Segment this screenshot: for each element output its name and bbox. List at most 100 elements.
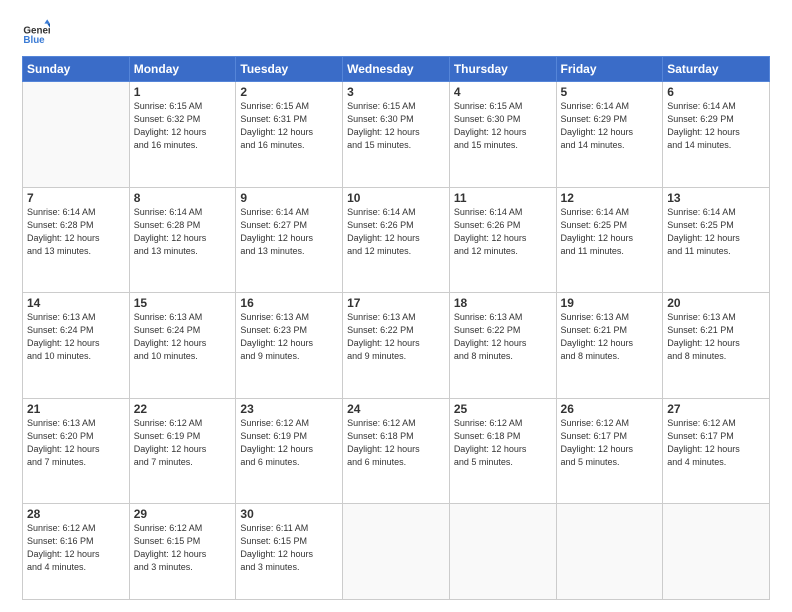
calendar-cell: 29Sunrise: 6:12 AM Sunset: 6:15 PM Dayli… [129,504,236,600]
day-number: 10 [347,191,445,205]
day-number: 27 [667,402,765,416]
calendar-cell [23,82,130,188]
day-number: 2 [240,85,338,99]
day-info: Sunrise: 6:13 AM Sunset: 6:21 PM Dayligh… [561,311,659,363]
calendar-cell: 19Sunrise: 6:13 AM Sunset: 6:21 PM Dayli… [556,293,663,399]
col-header-wednesday: Wednesday [343,57,450,82]
day-info: Sunrise: 6:13 AM Sunset: 6:22 PM Dayligh… [347,311,445,363]
day-number: 25 [454,402,552,416]
col-header-saturday: Saturday [663,57,770,82]
day-info: Sunrise: 6:14 AM Sunset: 6:25 PM Dayligh… [667,206,765,258]
calendar-cell: 5Sunrise: 6:14 AM Sunset: 6:29 PM Daylig… [556,82,663,188]
day-number: 1 [134,85,232,99]
day-info: Sunrise: 6:14 AM Sunset: 6:28 PM Dayligh… [27,206,125,258]
calendar-cell: 22Sunrise: 6:12 AM Sunset: 6:19 PM Dayli… [129,398,236,504]
week-row-4: 21Sunrise: 6:13 AM Sunset: 6:20 PM Dayli… [23,398,770,504]
calendar-cell: 24Sunrise: 6:12 AM Sunset: 6:18 PM Dayli… [343,398,450,504]
calendar-cell [343,504,450,600]
day-number: 26 [561,402,659,416]
calendar-cell: 7Sunrise: 6:14 AM Sunset: 6:28 PM Daylig… [23,187,130,293]
col-header-friday: Friday [556,57,663,82]
day-info: Sunrise: 6:14 AM Sunset: 6:27 PM Dayligh… [240,206,338,258]
day-info: Sunrise: 6:14 AM Sunset: 6:25 PM Dayligh… [561,206,659,258]
calendar-cell: 18Sunrise: 6:13 AM Sunset: 6:22 PM Dayli… [449,293,556,399]
calendar-cell: 6Sunrise: 6:14 AM Sunset: 6:29 PM Daylig… [663,82,770,188]
col-header-monday: Monday [129,57,236,82]
day-info: Sunrise: 6:12 AM Sunset: 6:19 PM Dayligh… [134,417,232,469]
day-number: 4 [454,85,552,99]
day-number: 20 [667,296,765,310]
day-info: Sunrise: 6:12 AM Sunset: 6:18 PM Dayligh… [347,417,445,469]
calendar-cell: 4Sunrise: 6:15 AM Sunset: 6:30 PM Daylig… [449,82,556,188]
calendar-cell [449,504,556,600]
week-row-1: 1Sunrise: 6:15 AM Sunset: 6:32 PM Daylig… [23,82,770,188]
day-number: 14 [27,296,125,310]
calendar-cell: 8Sunrise: 6:14 AM Sunset: 6:28 PM Daylig… [129,187,236,293]
day-number: 8 [134,191,232,205]
day-number: 7 [27,191,125,205]
day-info: Sunrise: 6:13 AM Sunset: 6:24 PM Dayligh… [27,311,125,363]
day-info: Sunrise: 6:15 AM Sunset: 6:32 PM Dayligh… [134,100,232,152]
calendar-table: SundayMondayTuesdayWednesdayThursdayFrid… [22,56,770,600]
day-number: 16 [240,296,338,310]
day-info: Sunrise: 6:15 AM Sunset: 6:30 PM Dayligh… [454,100,552,152]
day-number: 18 [454,296,552,310]
day-info: Sunrise: 6:12 AM Sunset: 6:15 PM Dayligh… [134,522,232,574]
day-info: Sunrise: 6:14 AM Sunset: 6:28 PM Dayligh… [134,206,232,258]
day-number: 15 [134,296,232,310]
day-info: Sunrise: 6:13 AM Sunset: 6:23 PM Dayligh… [240,311,338,363]
calendar-cell: 14Sunrise: 6:13 AM Sunset: 6:24 PM Dayli… [23,293,130,399]
col-header-thursday: Thursday [449,57,556,82]
calendar-cell: 2Sunrise: 6:15 AM Sunset: 6:31 PM Daylig… [236,82,343,188]
day-info: Sunrise: 6:12 AM Sunset: 6:18 PM Dayligh… [454,417,552,469]
calendar-cell: 13Sunrise: 6:14 AM Sunset: 6:25 PM Dayli… [663,187,770,293]
day-number: 19 [561,296,659,310]
calendar-cell: 9Sunrise: 6:14 AM Sunset: 6:27 PM Daylig… [236,187,343,293]
calendar-cell [663,504,770,600]
day-number: 24 [347,402,445,416]
calendar-cell: 12Sunrise: 6:14 AM Sunset: 6:25 PM Dayli… [556,187,663,293]
calendar-cell: 11Sunrise: 6:14 AM Sunset: 6:26 PM Dayli… [449,187,556,293]
day-info: Sunrise: 6:13 AM Sunset: 6:22 PM Dayligh… [454,311,552,363]
day-info: Sunrise: 6:14 AM Sunset: 6:29 PM Dayligh… [561,100,659,152]
calendar-cell: 1Sunrise: 6:15 AM Sunset: 6:32 PM Daylig… [129,82,236,188]
col-header-sunday: Sunday [23,57,130,82]
calendar-cell: 21Sunrise: 6:13 AM Sunset: 6:20 PM Dayli… [23,398,130,504]
day-info: Sunrise: 6:14 AM Sunset: 6:26 PM Dayligh… [454,206,552,258]
day-info: Sunrise: 6:12 AM Sunset: 6:17 PM Dayligh… [561,417,659,469]
calendar-cell: 17Sunrise: 6:13 AM Sunset: 6:22 PM Dayli… [343,293,450,399]
col-header-tuesday: Tuesday [236,57,343,82]
calendar-cell: 28Sunrise: 6:12 AM Sunset: 6:16 PM Dayli… [23,504,130,600]
calendar-cell: 25Sunrise: 6:12 AM Sunset: 6:18 PM Dayli… [449,398,556,504]
day-info: Sunrise: 6:13 AM Sunset: 6:21 PM Dayligh… [667,311,765,363]
calendar-cell: 27Sunrise: 6:12 AM Sunset: 6:17 PM Dayli… [663,398,770,504]
day-number: 11 [454,191,552,205]
svg-text:Blue: Blue [23,35,45,46]
day-number: 13 [667,191,765,205]
day-number: 22 [134,402,232,416]
header: General Blue [22,18,770,46]
day-number: 17 [347,296,445,310]
week-row-3: 14Sunrise: 6:13 AM Sunset: 6:24 PM Dayli… [23,293,770,399]
day-info: Sunrise: 6:12 AM Sunset: 6:16 PM Dayligh… [27,522,125,574]
calendar-cell: 16Sunrise: 6:13 AM Sunset: 6:23 PM Dayli… [236,293,343,399]
day-info: Sunrise: 6:14 AM Sunset: 6:29 PM Dayligh… [667,100,765,152]
day-number: 5 [561,85,659,99]
day-info: Sunrise: 6:11 AM Sunset: 6:15 PM Dayligh… [240,522,338,574]
day-info: Sunrise: 6:12 AM Sunset: 6:17 PM Dayligh… [667,417,765,469]
day-number: 28 [27,507,125,521]
day-info: Sunrise: 6:13 AM Sunset: 6:20 PM Dayligh… [27,417,125,469]
calendar-cell: 3Sunrise: 6:15 AM Sunset: 6:30 PM Daylig… [343,82,450,188]
calendar-header-row: SundayMondayTuesdayWednesdayThursdayFrid… [23,57,770,82]
day-number: 3 [347,85,445,99]
calendar-cell: 15Sunrise: 6:13 AM Sunset: 6:24 PM Dayli… [129,293,236,399]
day-number: 29 [134,507,232,521]
calendar-cell: 26Sunrise: 6:12 AM Sunset: 6:17 PM Dayli… [556,398,663,504]
day-info: Sunrise: 6:12 AM Sunset: 6:19 PM Dayligh… [240,417,338,469]
calendar-cell: 23Sunrise: 6:12 AM Sunset: 6:19 PM Dayli… [236,398,343,504]
calendar-cell: 30Sunrise: 6:11 AM Sunset: 6:15 PM Dayli… [236,504,343,600]
calendar-cell [556,504,663,600]
day-number: 23 [240,402,338,416]
week-row-5: 28Sunrise: 6:12 AM Sunset: 6:16 PM Dayli… [23,504,770,600]
calendar-cell: 10Sunrise: 6:14 AM Sunset: 6:26 PM Dayli… [343,187,450,293]
